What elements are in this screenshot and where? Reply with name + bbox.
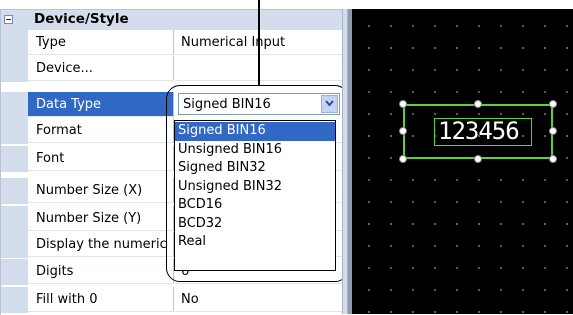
callout-leader-line (258, 0, 260, 85)
dropdown-button[interactable] (321, 95, 338, 113)
property-name: Digits (28, 259, 174, 284)
numerical-input-value: 123456 (438, 117, 520, 145)
property-name: Device... (28, 56, 174, 81)
dropdown-option[interactable]: Signed BIN16 (175, 122, 335, 141)
resize-handle-n[interactable] (474, 100, 482, 108)
resize-handle-w[interactable] (399, 127, 407, 135)
data-type-combobox[interactable]: Signed BIN16 (178, 93, 340, 115)
property-row-fill-with-0[interactable]: Fill with 0 No (1, 287, 342, 313)
dropdown-option[interactable]: Real (175, 233, 335, 252)
dropdown-option[interactable]: Unsigned BIN32 (175, 178, 335, 197)
resize-handle-nw[interactable] (399, 100, 407, 108)
property-name: Display the numeric (28, 232, 174, 257)
collapse-icon[interactable] (4, 15, 13, 24)
resize-handle-se[interactable] (549, 155, 557, 163)
resize-handle-s[interactable] (474, 155, 482, 163)
dropdown-option[interactable]: BCD16 (175, 196, 335, 215)
chevron-down-icon (325, 100, 334, 107)
screen-canvas[interactable] (352, 9, 573, 314)
property-name: Data Type (28, 92, 174, 117)
property-row-type[interactable]: Type Numerical Input (1, 30, 342, 56)
property-row-device[interactable]: Device... (1, 56, 342, 82)
property-name: Number Size (X) (28, 178, 174, 203)
category-device-style[interactable]: Device/Style (1, 10, 342, 30)
combobox-value: Signed BIN16 (183, 97, 271, 112)
data-type-dropdown-list[interactable]: Signed BIN16 Unsigned BIN16 Signed BIN32… (174, 120, 336, 271)
property-name: Format (28, 118, 174, 143)
property-value[interactable]: No (175, 287, 342, 312)
resize-handle-ne[interactable] (549, 100, 557, 108)
resize-handle-e[interactable] (549, 127, 557, 135)
dropdown-option[interactable]: Unsigned BIN16 (175, 141, 335, 160)
property-name: Number Size (Y) (28, 206, 174, 231)
dropdown-option[interactable]: Signed BIN32 (175, 159, 335, 178)
property-name: Fill with 0 (28, 287, 174, 312)
property-row-data-type[interactable]: Data Type Signed BIN16 (1, 92, 342, 118)
property-name: Font (28, 146, 174, 171)
resize-handle-sw[interactable] (399, 155, 407, 163)
property-name: Type (28, 30, 174, 55)
dropdown-option[interactable]: BCD32 (175, 215, 335, 234)
category-title: Device/Style (34, 11, 129, 27)
